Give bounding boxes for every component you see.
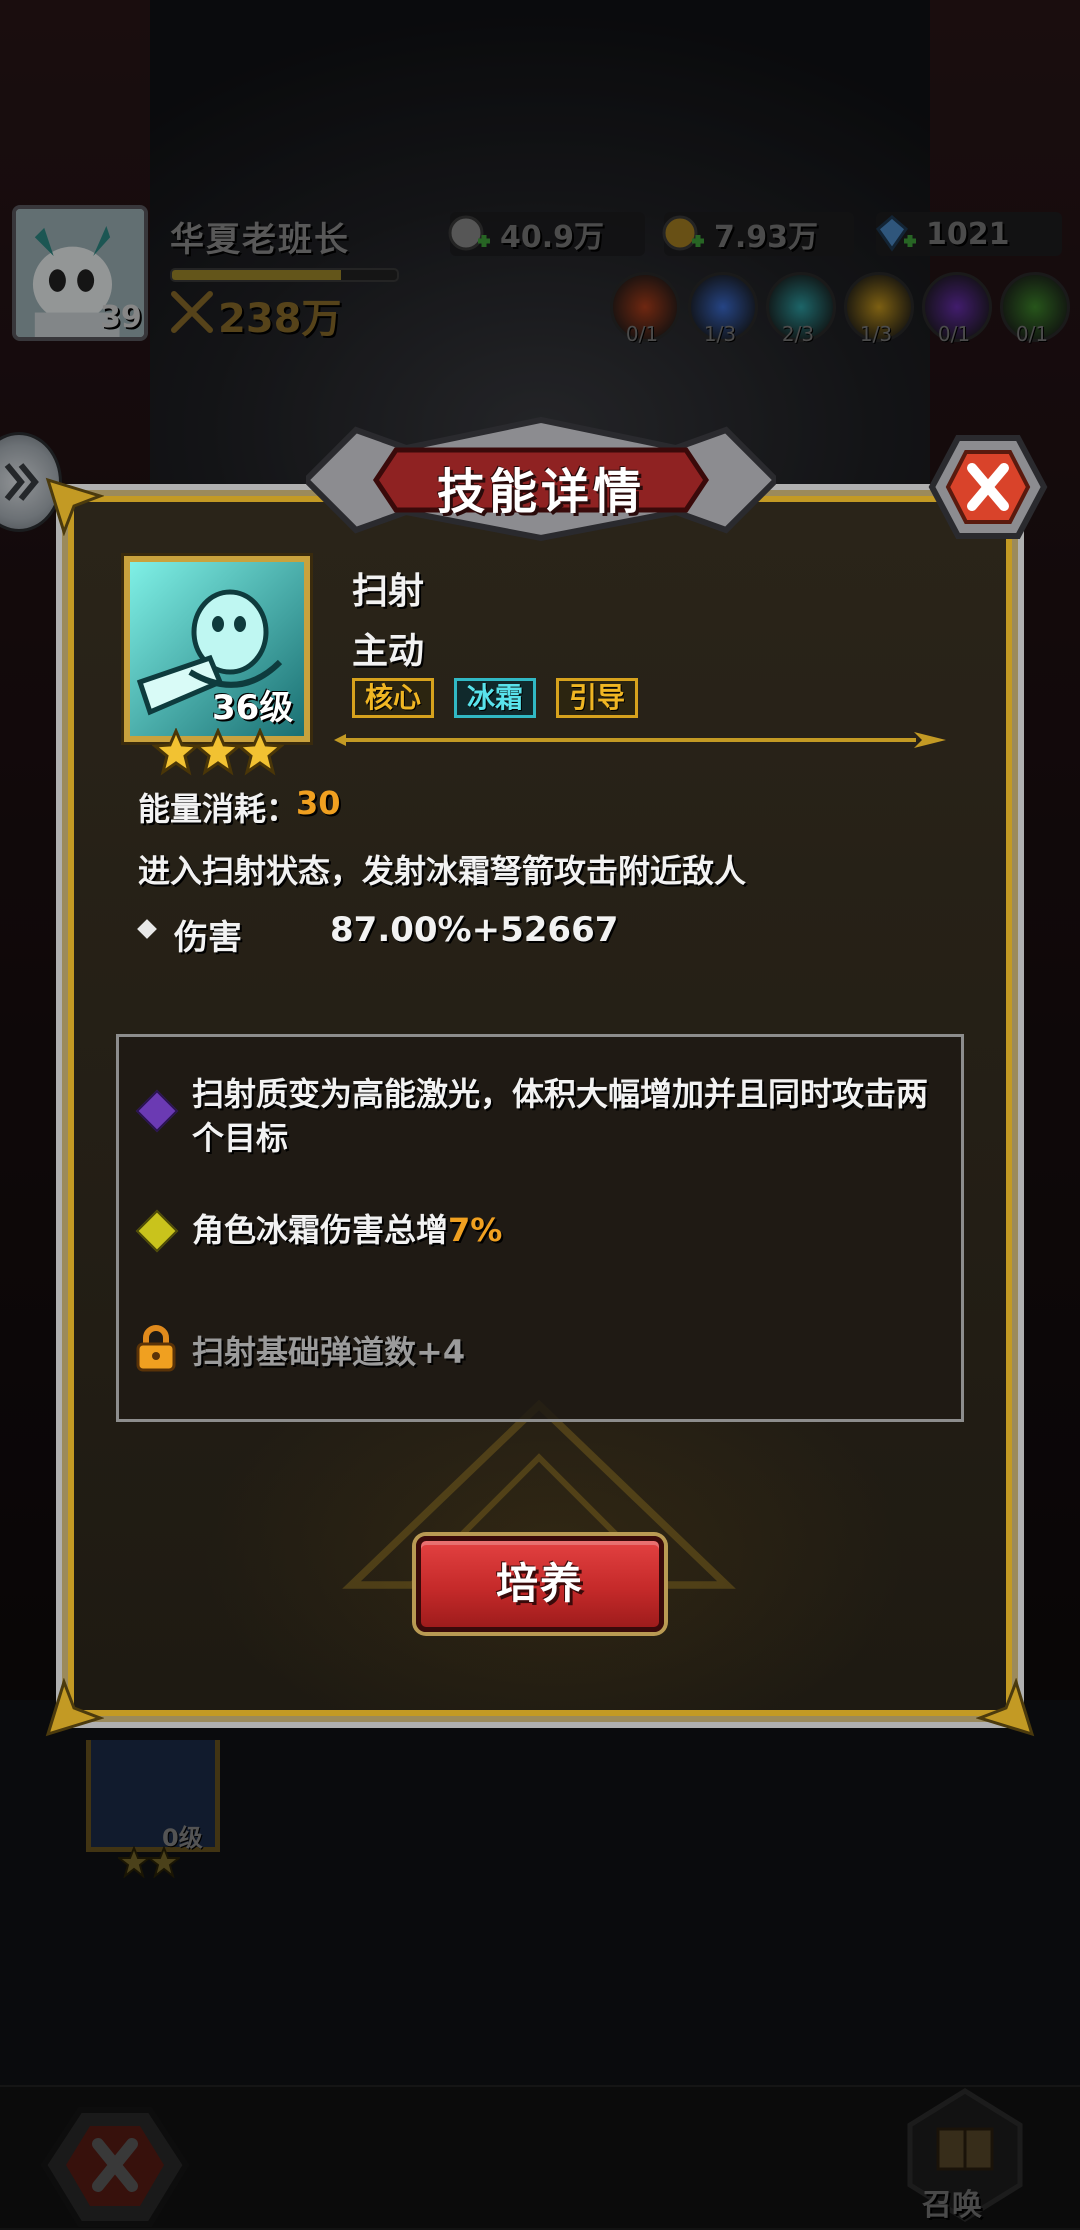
passive-effect-2: 角色冰霜伤害总增7% bbox=[192, 1208, 502, 1252]
tag-channel: 引导 bbox=[556, 678, 639, 718]
damage-value: 87.00%+52667 bbox=[330, 910, 619, 950]
star-icon bbox=[194, 728, 242, 776]
star-icon bbox=[152, 728, 200, 776]
cultivate-button-label: 培养 bbox=[495, 1559, 584, 1608]
dialog-title: 技能详情 bbox=[436, 464, 645, 520]
tag-core: 核心 bbox=[352, 678, 435, 718]
arrow-divider-icon bbox=[334, 732, 946, 748]
passive-effect-3-locked: 扫射基础弹道数+4 bbox=[192, 1333, 466, 1371]
corner-ornament-icon bbox=[45, 1678, 104, 1737]
skill-level: 36级 bbox=[212, 688, 294, 728]
passive-effect-2-highlight: 7% bbox=[448, 1211, 503, 1249]
star-icon bbox=[236, 728, 284, 776]
passive-effect-2-text: 角色冰霜伤害总增 bbox=[192, 1211, 449, 1249]
energy-cost-label: 能量消耗： bbox=[138, 790, 299, 828]
lock-icon bbox=[136, 1325, 176, 1372]
passive-effect-1: 扫射质变为高能激光，体积大幅增加并且同时攻击两个目标 bbox=[192, 1075, 929, 1157]
skill-name: 扫射 bbox=[352, 571, 425, 612]
tag-frost: 冰霜 bbox=[454, 678, 537, 718]
cultivate-button[interactable]: 培养 bbox=[416, 1536, 664, 1632]
energy-cost-value: 30 bbox=[296, 784, 341, 822]
close-button[interactable] bbox=[928, 432, 1048, 542]
skill-description: 进入扫射状态，发射冰霜弩箭攻击附近敌人 bbox=[138, 852, 747, 890]
corner-ornament-icon bbox=[45, 477, 104, 536]
corner-ornament-icon bbox=[976, 1678, 1035, 1737]
skill-type: 主动 bbox=[352, 631, 425, 672]
damage-label: 伤害 bbox=[174, 918, 242, 958]
